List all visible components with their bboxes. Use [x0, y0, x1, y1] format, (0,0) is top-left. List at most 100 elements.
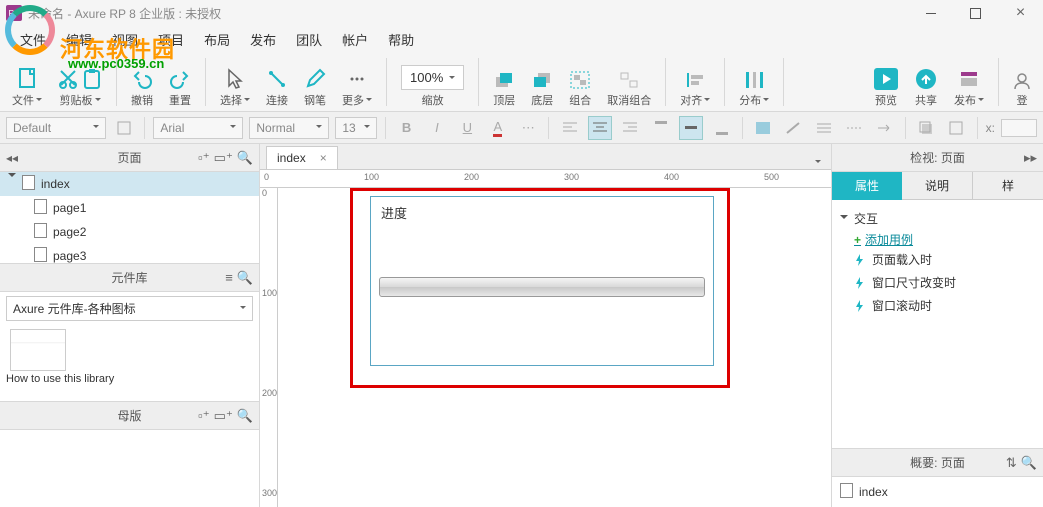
tb-connect[interactable]: 连接 [260, 56, 294, 110]
align-center-button[interactable] [588, 116, 612, 140]
sort-icon[interactable]: ⇅ [1006, 455, 1017, 471]
tb-distribute[interactable]: 分布 [733, 56, 775, 110]
font-select[interactable]: Arial [153, 117, 243, 139]
tab-properties[interactable]: 属性 [832, 172, 902, 200]
page-page2[interactable]: page2 [0, 220, 259, 244]
outline-item-index[interactable]: index [840, 483, 1035, 501]
menu-arrange[interactable]: 布局 [194, 26, 240, 53]
add-folder-icon[interactable]: ▭⁺ [214, 150, 233, 166]
menu-project[interactable]: 项目 [148, 26, 194, 53]
app-icon: RP [6, 5, 22, 21]
align-right-button[interactable] [618, 116, 642, 140]
add-master-icon[interactable]: ▫⁺ [198, 408, 209, 424]
separator [116, 58, 117, 106]
x-input[interactable] [1001, 119, 1037, 137]
tb-back[interactable]: 底层 [525, 56, 559, 110]
tb-more[interactable]: 更多 [336, 56, 378, 110]
style-select[interactable]: Default [6, 117, 106, 139]
tab-menu-icon[interactable] [813, 155, 821, 169]
collapse-left-icon[interactable]: ◂◂ [6, 151, 18, 165]
canvas-tabbar: index [260, 144, 831, 170]
ext-button[interactable]: ⋯ [516, 116, 540, 140]
tb-preview[interactable]: 预览 [868, 56, 904, 110]
zoom-select[interactable]: 100% [401, 65, 464, 90]
tb-zoom[interactable]: 100% 缩放 [395, 56, 470, 110]
minimize-button[interactable] [908, 0, 953, 26]
tb-ungroup[interactable]: 取消组合 [601, 56, 657, 110]
line-width-button[interactable] [812, 116, 836, 140]
tb-group[interactable]: 组合 [563, 56, 597, 110]
add-page-icon[interactable]: ▫⁺ [198, 150, 209, 166]
line-color-button[interactable] [781, 116, 805, 140]
arrow-button[interactable] [873, 116, 897, 140]
tb-pen[interactable]: 钢笔 [298, 56, 332, 110]
close-tab-icon[interactable] [312, 151, 327, 165]
tb-redo[interactable]: 重置 [163, 56, 197, 110]
shadow-out-button[interactable] [914, 116, 938, 140]
tb-login[interactable]: 登 [1007, 56, 1037, 110]
page-index[interactable]: index [0, 172, 259, 196]
lib-menu-icon[interactable]: ≡ [225, 270, 233, 286]
tab-notes[interactable]: 说明 [902, 172, 972, 200]
add-case-link[interactable]: 添加用例 [854, 231, 1035, 248]
tb-align[interactable]: 对齐 [674, 56, 716, 110]
bolt-icon [854, 300, 866, 312]
color-button[interactable]: A [486, 116, 510, 140]
add-folder-icon[interactable]: ▭⁺ [214, 408, 233, 424]
menu-view[interactable]: 视图 [102, 26, 148, 53]
valign-mid-button[interactable] [679, 116, 703, 140]
event-window-resize[interactable]: 窗口尺寸改变时 [854, 271, 1035, 294]
menu-account[interactable]: 帐户 [332, 26, 378, 53]
menu-edit[interactable]: 编辑 [56, 26, 102, 53]
masters-title: 母版 [117, 407, 141, 424]
valign-bot-button[interactable] [709, 116, 733, 140]
search-icon[interactable]: 🔍 [1021, 455, 1037, 471]
tb-select[interactable]: 选择 [214, 56, 256, 110]
valign-top-button[interactable] [649, 116, 673, 140]
maximize-button[interactable] [953, 0, 998, 26]
widget-progressbar[interactable] [379, 277, 705, 297]
style-manage-button[interactable] [112, 116, 136, 140]
tb-clipboard[interactable]: 剪贴板 [52, 56, 108, 110]
tb-share[interactable]: 共享 [908, 56, 944, 110]
menu-publish[interactable]: 发布 [240, 26, 286, 53]
bold-button[interactable]: B [394, 116, 418, 140]
weight-select[interactable]: Normal [249, 117, 329, 139]
library-thumb[interactable] [10, 329, 66, 371]
canvas[interactable]: 进度 [278, 188, 831, 507]
titlebar: RP 未命名 - Axure RP 8 企业版 : 未授权 [0, 0, 1043, 26]
size-select[interactable]: 13 [335, 117, 377, 139]
page-icon [34, 247, 47, 264]
align-left-button[interactable] [557, 116, 581, 140]
tb-file[interactable]: 文件 [6, 56, 48, 110]
tb-clipboard-label: 剪贴板 [60, 92, 101, 108]
close-button[interactable] [998, 0, 1043, 26]
menu-file[interactable]: 文件 [10, 26, 56, 53]
tb-front[interactable]: 顶层 [487, 56, 521, 110]
shadow-in-button[interactable] [944, 116, 968, 140]
italic-button[interactable]: I [425, 116, 449, 140]
fill-button[interactable] [751, 116, 775, 140]
library-select[interactable]: Axure 元件库-各种图标 [6, 296, 253, 321]
tb-undo[interactable]: 撤销 [125, 56, 159, 110]
search-icon[interactable]: 🔍 [237, 270, 253, 286]
library-item-label: How to use this library [0, 373, 259, 389]
page-page3[interactable]: page3 [0, 244, 259, 264]
expand-right-icon[interactable]: ▸▸ [1024, 150, 1037, 166]
inspector-header: 检视: 页面 ▸▸ [832, 144, 1043, 172]
tb-publish[interactable]: 发布 [948, 56, 990, 110]
event-window-scroll[interactable]: 窗口滚动时 [854, 294, 1035, 317]
fold-icon[interactable] [8, 177, 16, 191]
tab-index[interactable]: index [266, 146, 338, 169]
search-icon[interactable]: 🔍 [237, 408, 253, 424]
menu-team[interactable]: 团队 [286, 26, 332, 53]
search-icon[interactable]: 🔍 [237, 150, 253, 166]
tab-style[interactable]: 样 [972, 172, 1043, 200]
section-interactions[interactable]: 交互 [840, 210, 1035, 227]
underline-button[interactable]: U [455, 116, 479, 140]
event-page-load[interactable]: 页面载入时 [854, 248, 1035, 271]
menu-help[interactable]: 帮助 [378, 26, 424, 53]
line-style-button[interactable] [842, 116, 866, 140]
page-page1[interactable]: page1 [0, 196, 259, 220]
widget-groupbox[interactable]: 进度 [370, 196, 714, 366]
